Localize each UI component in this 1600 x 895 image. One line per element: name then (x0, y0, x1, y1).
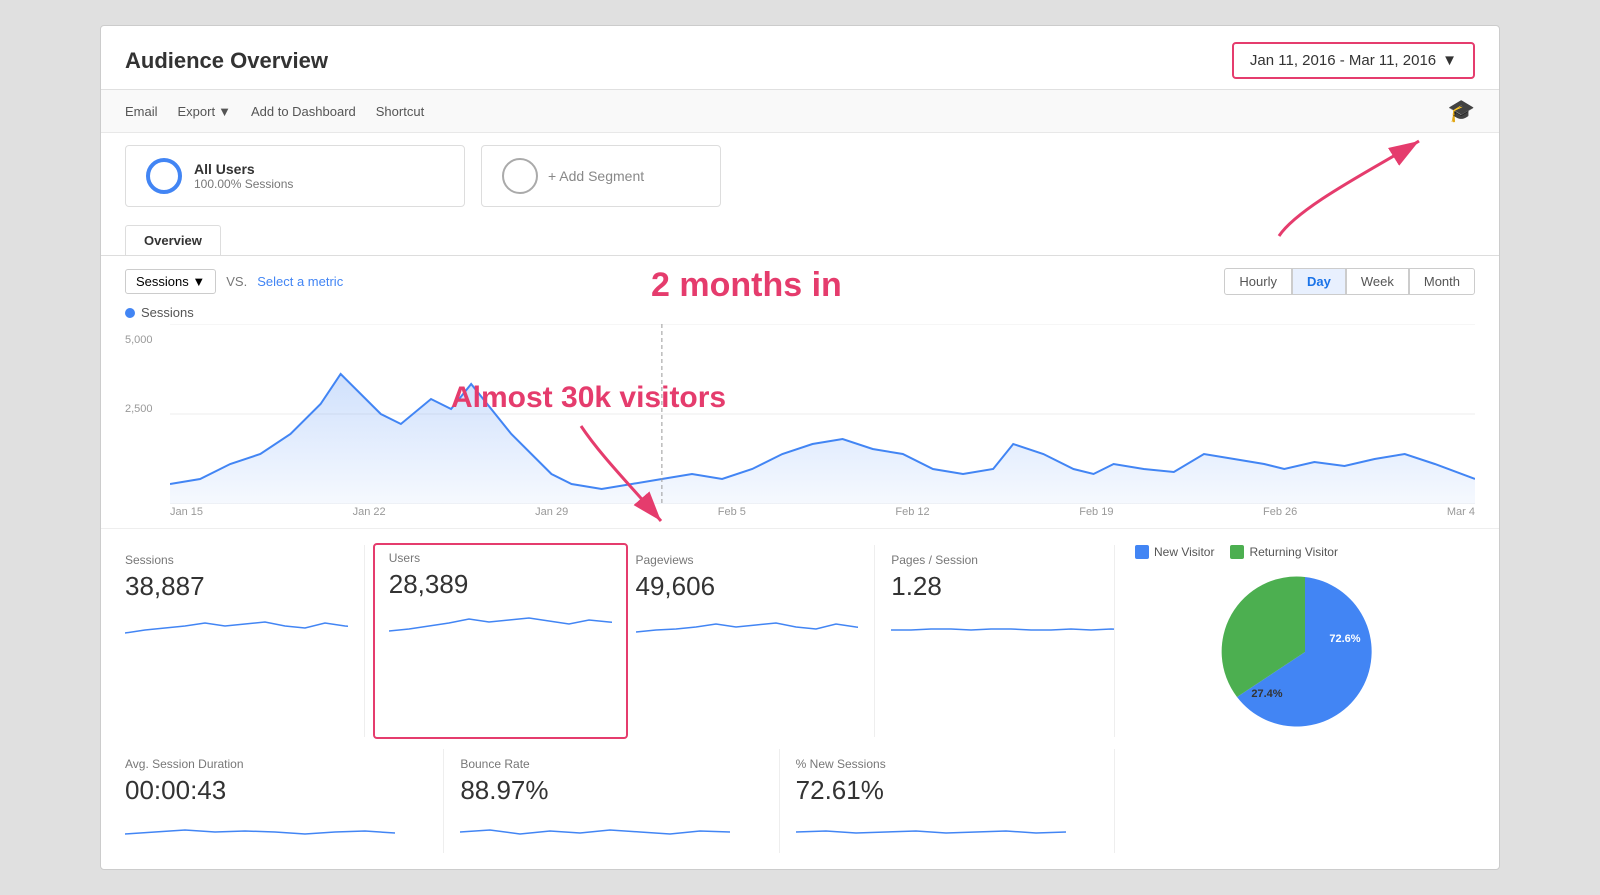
chart-controls: Sessions ▼ VS. Select a metric Hourly Da… (125, 268, 1475, 295)
stat-pageviews-value: 49,606 (636, 571, 859, 602)
segments-row: All Users 100.00% Sessions + Add Segment (101, 133, 1499, 219)
pie-chart-svg: 72.6% 27.4% (1205, 567, 1405, 737)
stats-row-1: Sessions 38,887 Users 28,389 Pageviews 4… (101, 528, 1499, 737)
x-label-feb26: Feb 26 (1263, 506, 1297, 518)
add-segment-button[interactable]: + Add Segment (481, 145, 721, 207)
email-button[interactable]: Email (125, 104, 158, 119)
stat-bounce-rate-sparkline (460, 812, 762, 840)
legend-new-visitor-label: New Visitor (1154, 545, 1214, 559)
pie-legend: New Visitor Returning Visitor (1135, 545, 1475, 559)
legend-returning-visitor-swatch (1230, 545, 1244, 559)
all-users-segment: All Users 100.00% Sessions (125, 145, 465, 207)
stat-bounce-rate-label: Bounce Rate (460, 757, 762, 771)
month-btn[interactable]: Month (1409, 268, 1475, 295)
x-label-jan22: Jan 22 (353, 506, 386, 518)
stat-avg-session: Avg. Session Duration 00:00:43 (125, 749, 444, 853)
pie-label-returning: 27.4% (1251, 688, 1282, 700)
stat-users-value: 28,389 (389, 569, 612, 600)
stat-new-sessions-value: 72.61% (796, 775, 1098, 806)
stat-pages-session-label: Pages / Session (891, 553, 1114, 567)
x-label-feb12: Feb 12 (895, 506, 929, 518)
x-label-mar4: Mar 4 (1447, 506, 1475, 518)
stat-sessions-sparkline (125, 608, 348, 638)
add-segment-label: + Add Segment (548, 168, 644, 184)
stat-new-sessions-label: % New Sessions (796, 757, 1098, 771)
pie-chart-container: 72.6% 27.4% (1135, 567, 1475, 737)
y-axis: 5,000 2,500 0 (125, 324, 170, 504)
metric-arrow: ▼ (192, 274, 205, 289)
sessions-legend-dot (125, 308, 135, 318)
x-label-jan29: Jan 29 (535, 506, 568, 518)
metric-selector: Sessions ▼ VS. Select a metric (125, 269, 343, 294)
add-to-dashboard-button[interactable]: Add to Dashboard (251, 104, 356, 119)
x-label-feb19: Feb 19 (1079, 506, 1113, 518)
legend-returning-visitor-label: Returning Visitor (1249, 545, 1338, 559)
segment-circle (146, 158, 182, 194)
stat-users-sparkline (389, 606, 612, 636)
day-btn[interactable]: Day (1292, 268, 1346, 295)
stat-pages-session-value: 1.28 (891, 571, 1114, 602)
x-label-jan15: Jan 15 (170, 506, 203, 518)
stat-pages-session-sparkline (891, 608, 1114, 638)
stat-filler (1115, 749, 1475, 853)
segment-info: All Users 100.00% Sessions (194, 161, 293, 191)
stat-sessions-label: Sessions (125, 553, 348, 567)
export-button[interactable]: Export ▼ (178, 104, 231, 119)
shortcut-button[interactable]: Shortcut (376, 104, 424, 119)
tabs-area: Overview (101, 219, 1499, 255)
chart-area-fill (170, 374, 1475, 504)
week-btn[interactable]: Week (1346, 268, 1409, 295)
x-axis-labels: Jan 15 Jan 22 Jan 29 Feb 5 Feb 12 Feb 19… (125, 504, 1475, 518)
y-axis-top: 5,000 (125, 334, 170, 346)
stat-pageviews-label: Pageviews (636, 553, 859, 567)
segment-sub: 100.00% Sessions (194, 177, 293, 191)
pie-label-new: 72.6% (1329, 633, 1360, 645)
date-range-label: Jan 11, 2016 - Mar 11, 2016 (1250, 52, 1436, 69)
chart-with-yaxis: 5,000 2,500 0 (125, 324, 1475, 504)
toolbar: Email Export ▼ Add to Dashboard Shortcut… (101, 90, 1499, 133)
stat-avg-session-label: Avg. Session Duration (125, 757, 427, 771)
stat-bounce-rate: Bounce Rate 88.97% (444, 749, 779, 853)
header: Audience Overview Jan 11, 2016 - Mar 11,… (101, 26, 1499, 90)
stat-users-highlighted: Users 28,389 (373, 543, 628, 739)
chart-area: Sessions ▼ VS. Select a metric Hourly Da… (101, 255, 1499, 518)
y-axis-mid: 2,500 (125, 403, 170, 415)
sessions-dropdown[interactable]: Sessions ▼ (125, 269, 216, 294)
chart-svg: ▼ (170, 324, 1475, 504)
page-title: Audience Overview (125, 48, 328, 74)
segment-label: All Users (194, 161, 293, 177)
stat-pageviews: Pageviews 49,606 (636, 545, 876, 737)
stat-sessions: Sessions 38,887 (125, 545, 365, 737)
date-range-button[interactable]: Jan 11, 2016 - Mar 11, 2016 ▼ (1232, 42, 1475, 79)
main-container: Audience Overview Jan 11, 2016 - Mar 11,… (100, 25, 1500, 870)
stat-avg-session-value: 00:00:43 (125, 775, 427, 806)
legend-new-visitor: New Visitor (1135, 545, 1214, 559)
pie-chart-area: New Visitor Returning Visitor 72.6% (1115, 545, 1475, 737)
stat-users-label: Users (389, 551, 612, 565)
stat-pageviews-sparkline (636, 608, 859, 638)
sessions-legend-label: Sessions (141, 305, 194, 320)
legend-new-visitor-swatch (1135, 545, 1149, 559)
graduate-icon[interactable]: 🎓 (1448, 98, 1475, 124)
vs-label: VS. (226, 274, 247, 289)
sessions-legend: Sessions (125, 305, 1475, 320)
chart-canvas: ▼ (170, 324, 1475, 504)
stat-bounce-rate-value: 88.97% (460, 775, 762, 806)
x-label-feb5: Feb 5 (718, 506, 746, 518)
overview-tab[interactable]: Overview (125, 225, 221, 255)
select-metric-link[interactable]: Select a metric (257, 274, 343, 289)
hourly-btn[interactable]: Hourly (1224, 268, 1292, 295)
stat-pages-session: Pages / Session 1.28 (875, 545, 1115, 737)
legend-returning-visitor: Returning Visitor (1230, 545, 1338, 559)
date-range-arrow: ▼ (1442, 52, 1457, 69)
export-arrow: ▼ (218, 104, 231, 119)
stats-row-2: Avg. Session Duration 00:00:43 Bounce Ra… (101, 737, 1499, 869)
stat-new-sessions: % New Sessions 72.61% (780, 749, 1115, 853)
stat-avg-session-sparkline (125, 812, 427, 840)
time-buttons-group: Hourly Day Week Month (1224, 268, 1475, 295)
stat-new-sessions-sparkline (796, 812, 1098, 840)
stat-sessions-value: 38,887 (125, 571, 348, 602)
add-segment-circle (502, 158, 538, 194)
